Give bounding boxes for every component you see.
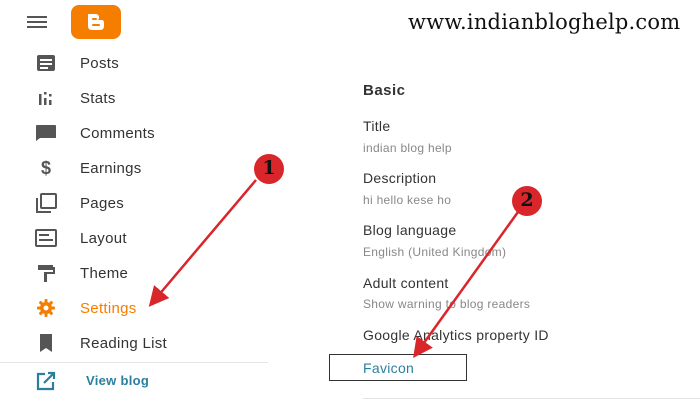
gear-icon [34, 296, 58, 320]
view-blog-label: View blog [86, 373, 150, 388]
top-bar: www.indianbloghelp.com [0, 0, 700, 46]
sidebar-item-label: Theme [80, 264, 129, 282]
sidebar-item-layout[interactable]: Layout [0, 221, 268, 255]
sidebar-item-label: Stats [80, 89, 116, 107]
sidebar-item-reading-list[interactable]: Reading List [0, 326, 268, 360]
sidebar-item-settings[interactable]: Settings [0, 291, 268, 325]
field-label-adult-content[interactable]: Adult content [363, 275, 449, 291]
blogger-b-icon [88, 14, 104, 30]
site-url-watermark: www.indianbloghelp.com [408, 10, 681, 34]
sidebar-item-label: Posts [80, 54, 120, 72]
field-label-description[interactable]: Description [363, 170, 436, 186]
sidebar-item-stats[interactable]: Stats [0, 81, 268, 115]
field-value-blog-language: English (United Kingdom) [363, 245, 507, 259]
sidebar-item-posts[interactable]: Posts [0, 46, 268, 80]
sidebar: Posts Stats Comments $ Earnings Pages La… [0, 46, 268, 400]
comments-icon [34, 121, 58, 145]
sidebar-item-label: Comments [80, 124, 155, 142]
dollar-icon: $ [34, 156, 58, 180]
field-label-title[interactable]: Title [363, 118, 390, 134]
hamburger-menu-icon[interactable] [27, 16, 47, 30]
field-value-title: indian blog help [363, 141, 452, 155]
sidebar-item-label: Reading List [80, 334, 167, 352]
external-link-icon [34, 369, 58, 393]
sidebar-item-pages[interactable]: Pages [0, 186, 268, 220]
field-label-blog-language[interactable]: Blog language [363, 222, 456, 238]
section-title-basic: Basic [363, 82, 406, 99]
sidebar-item-label: Pages [80, 194, 125, 212]
sidebar-item-label: Earnings [80, 159, 142, 177]
posts-icon [34, 51, 58, 75]
sidebar-item-comments[interactable]: Comments [0, 116, 268, 150]
sidebar-item-label: Layout [80, 229, 127, 247]
view-blog-link[interactable]: View blog [0, 364, 268, 398]
sidebar-divider [0, 362, 268, 363]
sidebar-item-label: Settings [80, 299, 137, 317]
layout-icon [34, 226, 58, 250]
pages-icon [34, 191, 58, 215]
field-value-description: hi hello kese ho [363, 193, 452, 207]
sidebar-item-earnings[interactable]: $ Earnings [0, 151, 268, 185]
blogger-logo[interactable] [71, 5, 121, 39]
sidebar-item-theme[interactable]: Theme [0, 256, 268, 290]
field-value-adult-content: Show warning to blog readers [363, 297, 531, 311]
settings-main-panel: Basic Title indian blog help Description… [268, 46, 700, 400]
section-divider [363, 398, 700, 399]
paint-roller-icon [34, 261, 58, 285]
svg-text:$: $ [41, 158, 51, 178]
field-label-google-analytics[interactable]: Google Analytics property ID [363, 327, 549, 343]
stats-icon [34, 86, 58, 110]
bookmark-icon [34, 331, 58, 355]
favicon-setting[interactable]: Favicon [363, 360, 414, 376]
